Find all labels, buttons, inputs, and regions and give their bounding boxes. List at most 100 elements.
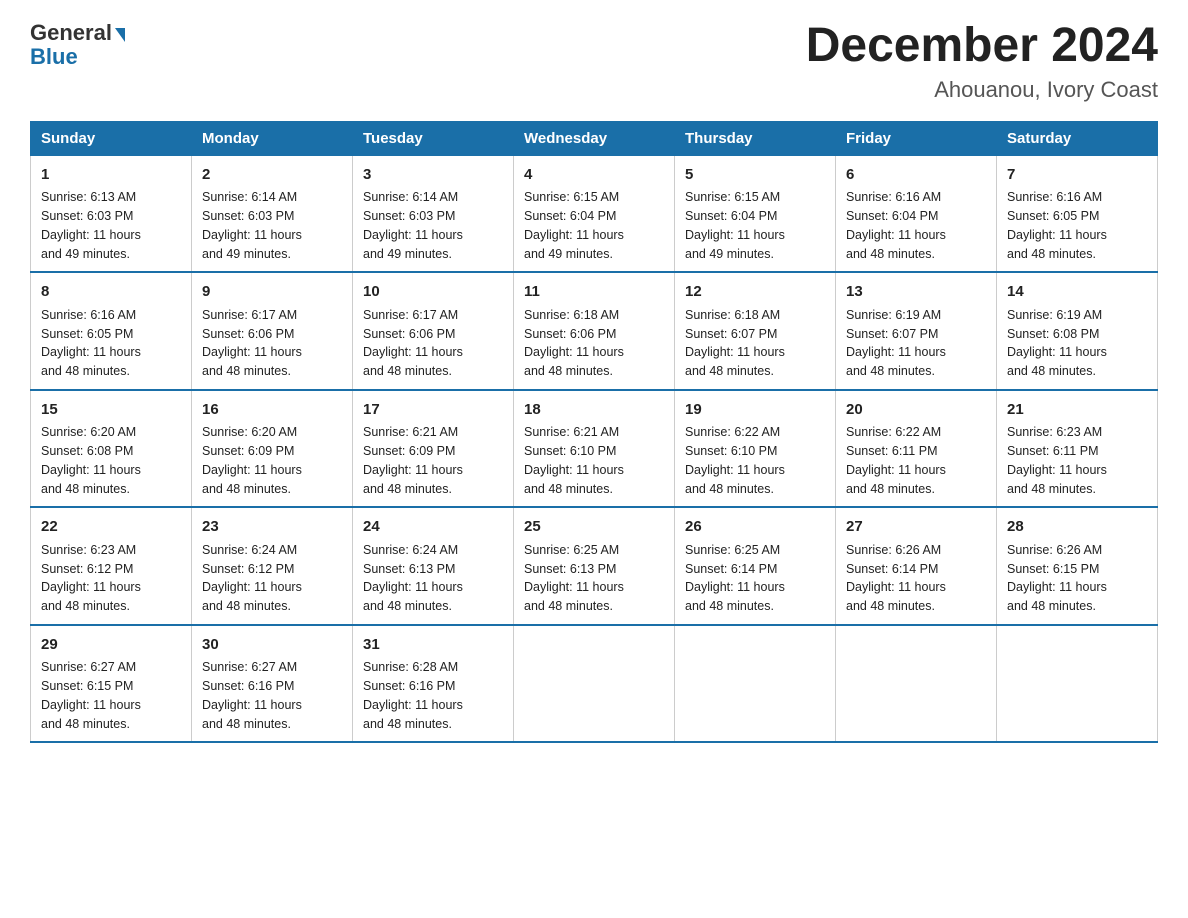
day-number: 28: [1007, 516, 1147, 539]
calendar-cell: 28Sunrise: 6:26 AMSunset: 6:15 PMDayligh…: [997, 507, 1158, 625]
calendar-cell: 1Sunrise: 6:13 AMSunset: 6:03 PMDaylight…: [31, 155, 192, 272]
month-title: December 2024: [806, 20, 1158, 73]
day-info: Sunrise: 6:24 AMSunset: 6:12 PMDaylight:…: [202, 541, 342, 616]
calendar-cell: 8Sunrise: 6:16 AMSunset: 6:05 PMDaylight…: [31, 272, 192, 390]
calendar-cell: 9Sunrise: 6:17 AMSunset: 6:06 PMDaylight…: [192, 272, 353, 390]
calendar-cell: 19Sunrise: 6:22 AMSunset: 6:10 PMDayligh…: [675, 390, 836, 508]
day-info: Sunrise: 6:26 AMSunset: 6:15 PMDaylight:…: [1007, 541, 1147, 616]
calendar-cell: 5Sunrise: 6:15 AMSunset: 6:04 PMDaylight…: [675, 155, 836, 272]
day-number: 30: [202, 634, 342, 657]
calendar-cell: 24Sunrise: 6:24 AMSunset: 6:13 PMDayligh…: [353, 507, 514, 625]
calendar-cell: 31Sunrise: 6:28 AMSunset: 6:16 PMDayligh…: [353, 625, 514, 743]
day-info: Sunrise: 6:15 AMSunset: 6:04 PMDaylight:…: [524, 188, 664, 263]
weekday-header-thursday: Thursday: [675, 121, 836, 155]
calendar-cell: 20Sunrise: 6:22 AMSunset: 6:11 PMDayligh…: [836, 390, 997, 508]
weekday-header-sunday: Sunday: [31, 121, 192, 155]
day-info: Sunrise: 6:16 AMSunset: 6:05 PMDaylight:…: [1007, 188, 1147, 263]
calendar-cell: [836, 625, 997, 743]
weekday-header-friday: Friday: [836, 121, 997, 155]
calendar-cell: 16Sunrise: 6:20 AMSunset: 6:09 PMDayligh…: [192, 390, 353, 508]
day-number: 26: [685, 516, 825, 539]
day-number: 14: [1007, 281, 1147, 304]
calendar-week-row: 29Sunrise: 6:27 AMSunset: 6:15 PMDayligh…: [31, 625, 1158, 743]
calendar-week-row: 15Sunrise: 6:20 AMSunset: 6:08 PMDayligh…: [31, 390, 1158, 508]
day-info: Sunrise: 6:17 AMSunset: 6:06 PMDaylight:…: [363, 306, 503, 381]
day-info: Sunrise: 6:17 AMSunset: 6:06 PMDaylight:…: [202, 306, 342, 381]
calendar-cell: 17Sunrise: 6:21 AMSunset: 6:09 PMDayligh…: [353, 390, 514, 508]
weekday-header-saturday: Saturday: [997, 121, 1158, 155]
day-number: 22: [41, 516, 181, 539]
day-info: Sunrise: 6:27 AMSunset: 6:16 PMDaylight:…: [202, 658, 342, 733]
day-number: 18: [524, 399, 664, 422]
calendar-cell: 11Sunrise: 6:18 AMSunset: 6:06 PMDayligh…: [514, 272, 675, 390]
day-info: Sunrise: 6:28 AMSunset: 6:16 PMDaylight:…: [363, 658, 503, 733]
day-number: 9: [202, 281, 342, 304]
day-info: Sunrise: 6:16 AMSunset: 6:05 PMDaylight:…: [41, 306, 181, 381]
calendar-cell: 7Sunrise: 6:16 AMSunset: 6:05 PMDaylight…: [997, 155, 1158, 272]
day-number: 27: [846, 516, 986, 539]
day-info: Sunrise: 6:18 AMSunset: 6:07 PMDaylight:…: [685, 306, 825, 381]
day-number: 3: [363, 164, 503, 187]
day-info: Sunrise: 6:25 AMSunset: 6:13 PMDaylight:…: [524, 541, 664, 616]
calendar-cell: 18Sunrise: 6:21 AMSunset: 6:10 PMDayligh…: [514, 390, 675, 508]
day-number: 10: [363, 281, 503, 304]
day-info: Sunrise: 6:20 AMSunset: 6:08 PMDaylight:…: [41, 423, 181, 498]
calendar-cell: [514, 625, 675, 743]
calendar-week-row: 1Sunrise: 6:13 AMSunset: 6:03 PMDaylight…: [31, 155, 1158, 272]
day-info: Sunrise: 6:16 AMSunset: 6:04 PMDaylight:…: [846, 188, 986, 263]
day-number: 17: [363, 399, 503, 422]
calendar-cell: 6Sunrise: 6:16 AMSunset: 6:04 PMDaylight…: [836, 155, 997, 272]
day-number: 29: [41, 634, 181, 657]
day-number: 5: [685, 164, 825, 187]
weekday-header-tuesday: Tuesday: [353, 121, 514, 155]
day-number: 2: [202, 164, 342, 187]
calendar-cell: 4Sunrise: 6:15 AMSunset: 6:04 PMDaylight…: [514, 155, 675, 272]
day-info: Sunrise: 6:15 AMSunset: 6:04 PMDaylight:…: [685, 188, 825, 263]
day-number: 16: [202, 399, 342, 422]
day-number: 6: [846, 164, 986, 187]
day-number: 8: [41, 281, 181, 304]
calendar-cell: 3Sunrise: 6:14 AMSunset: 6:03 PMDaylight…: [353, 155, 514, 272]
day-number: 12: [685, 281, 825, 304]
day-info: Sunrise: 6:14 AMSunset: 6:03 PMDaylight:…: [363, 188, 503, 263]
calendar-cell: 25Sunrise: 6:25 AMSunset: 6:13 PMDayligh…: [514, 507, 675, 625]
page-header: General Blue December 2024 Ahouanou, Ivo…: [30, 20, 1158, 103]
calendar-cell: 26Sunrise: 6:25 AMSunset: 6:14 PMDayligh…: [675, 507, 836, 625]
day-info: Sunrise: 6:24 AMSunset: 6:13 PMDaylight:…: [363, 541, 503, 616]
weekday-header-monday: Monday: [192, 121, 353, 155]
title-block: December 2024 Ahouanou, Ivory Coast: [806, 20, 1158, 103]
day-info: Sunrise: 6:20 AMSunset: 6:09 PMDaylight:…: [202, 423, 342, 498]
calendar-cell: 12Sunrise: 6:18 AMSunset: 6:07 PMDayligh…: [675, 272, 836, 390]
weekday-header-row: SundayMondayTuesdayWednesdayThursdayFrid…: [31, 121, 1158, 155]
day-info: Sunrise: 6:27 AMSunset: 6:15 PMDaylight:…: [41, 658, 181, 733]
calendar-cell: 27Sunrise: 6:26 AMSunset: 6:14 PMDayligh…: [836, 507, 997, 625]
calendar-cell: 10Sunrise: 6:17 AMSunset: 6:06 PMDayligh…: [353, 272, 514, 390]
calendar-cell: [997, 625, 1158, 743]
day-info: Sunrise: 6:22 AMSunset: 6:10 PMDaylight:…: [685, 423, 825, 498]
day-number: 31: [363, 634, 503, 657]
day-number: 11: [524, 281, 664, 304]
day-number: 23: [202, 516, 342, 539]
day-number: 4: [524, 164, 664, 187]
day-number: 24: [363, 516, 503, 539]
location-title: Ahouanou, Ivory Coast: [806, 77, 1158, 103]
logo-blue-text: Blue: [30, 44, 78, 70]
calendar-week-row: 22Sunrise: 6:23 AMSunset: 6:12 PMDayligh…: [31, 507, 1158, 625]
day-info: Sunrise: 6:23 AMSunset: 6:12 PMDaylight:…: [41, 541, 181, 616]
calendar-cell: 29Sunrise: 6:27 AMSunset: 6:15 PMDayligh…: [31, 625, 192, 743]
day-number: 21: [1007, 399, 1147, 422]
calendar-cell: 30Sunrise: 6:27 AMSunset: 6:16 PMDayligh…: [192, 625, 353, 743]
day-info: Sunrise: 6:18 AMSunset: 6:06 PMDaylight:…: [524, 306, 664, 381]
calendar-cell: 23Sunrise: 6:24 AMSunset: 6:12 PMDayligh…: [192, 507, 353, 625]
day-info: Sunrise: 6:19 AMSunset: 6:08 PMDaylight:…: [1007, 306, 1147, 381]
day-info: Sunrise: 6:21 AMSunset: 6:10 PMDaylight:…: [524, 423, 664, 498]
day-info: Sunrise: 6:25 AMSunset: 6:14 PMDaylight:…: [685, 541, 825, 616]
calendar-cell: 14Sunrise: 6:19 AMSunset: 6:08 PMDayligh…: [997, 272, 1158, 390]
day-info: Sunrise: 6:23 AMSunset: 6:11 PMDaylight:…: [1007, 423, 1147, 498]
day-info: Sunrise: 6:21 AMSunset: 6:09 PMDaylight:…: [363, 423, 503, 498]
day-number: 7: [1007, 164, 1147, 187]
day-info: Sunrise: 6:13 AMSunset: 6:03 PMDaylight:…: [41, 188, 181, 263]
calendar-cell: 15Sunrise: 6:20 AMSunset: 6:08 PMDayligh…: [31, 390, 192, 508]
calendar-cell: 21Sunrise: 6:23 AMSunset: 6:11 PMDayligh…: [997, 390, 1158, 508]
day-number: 1: [41, 164, 181, 187]
